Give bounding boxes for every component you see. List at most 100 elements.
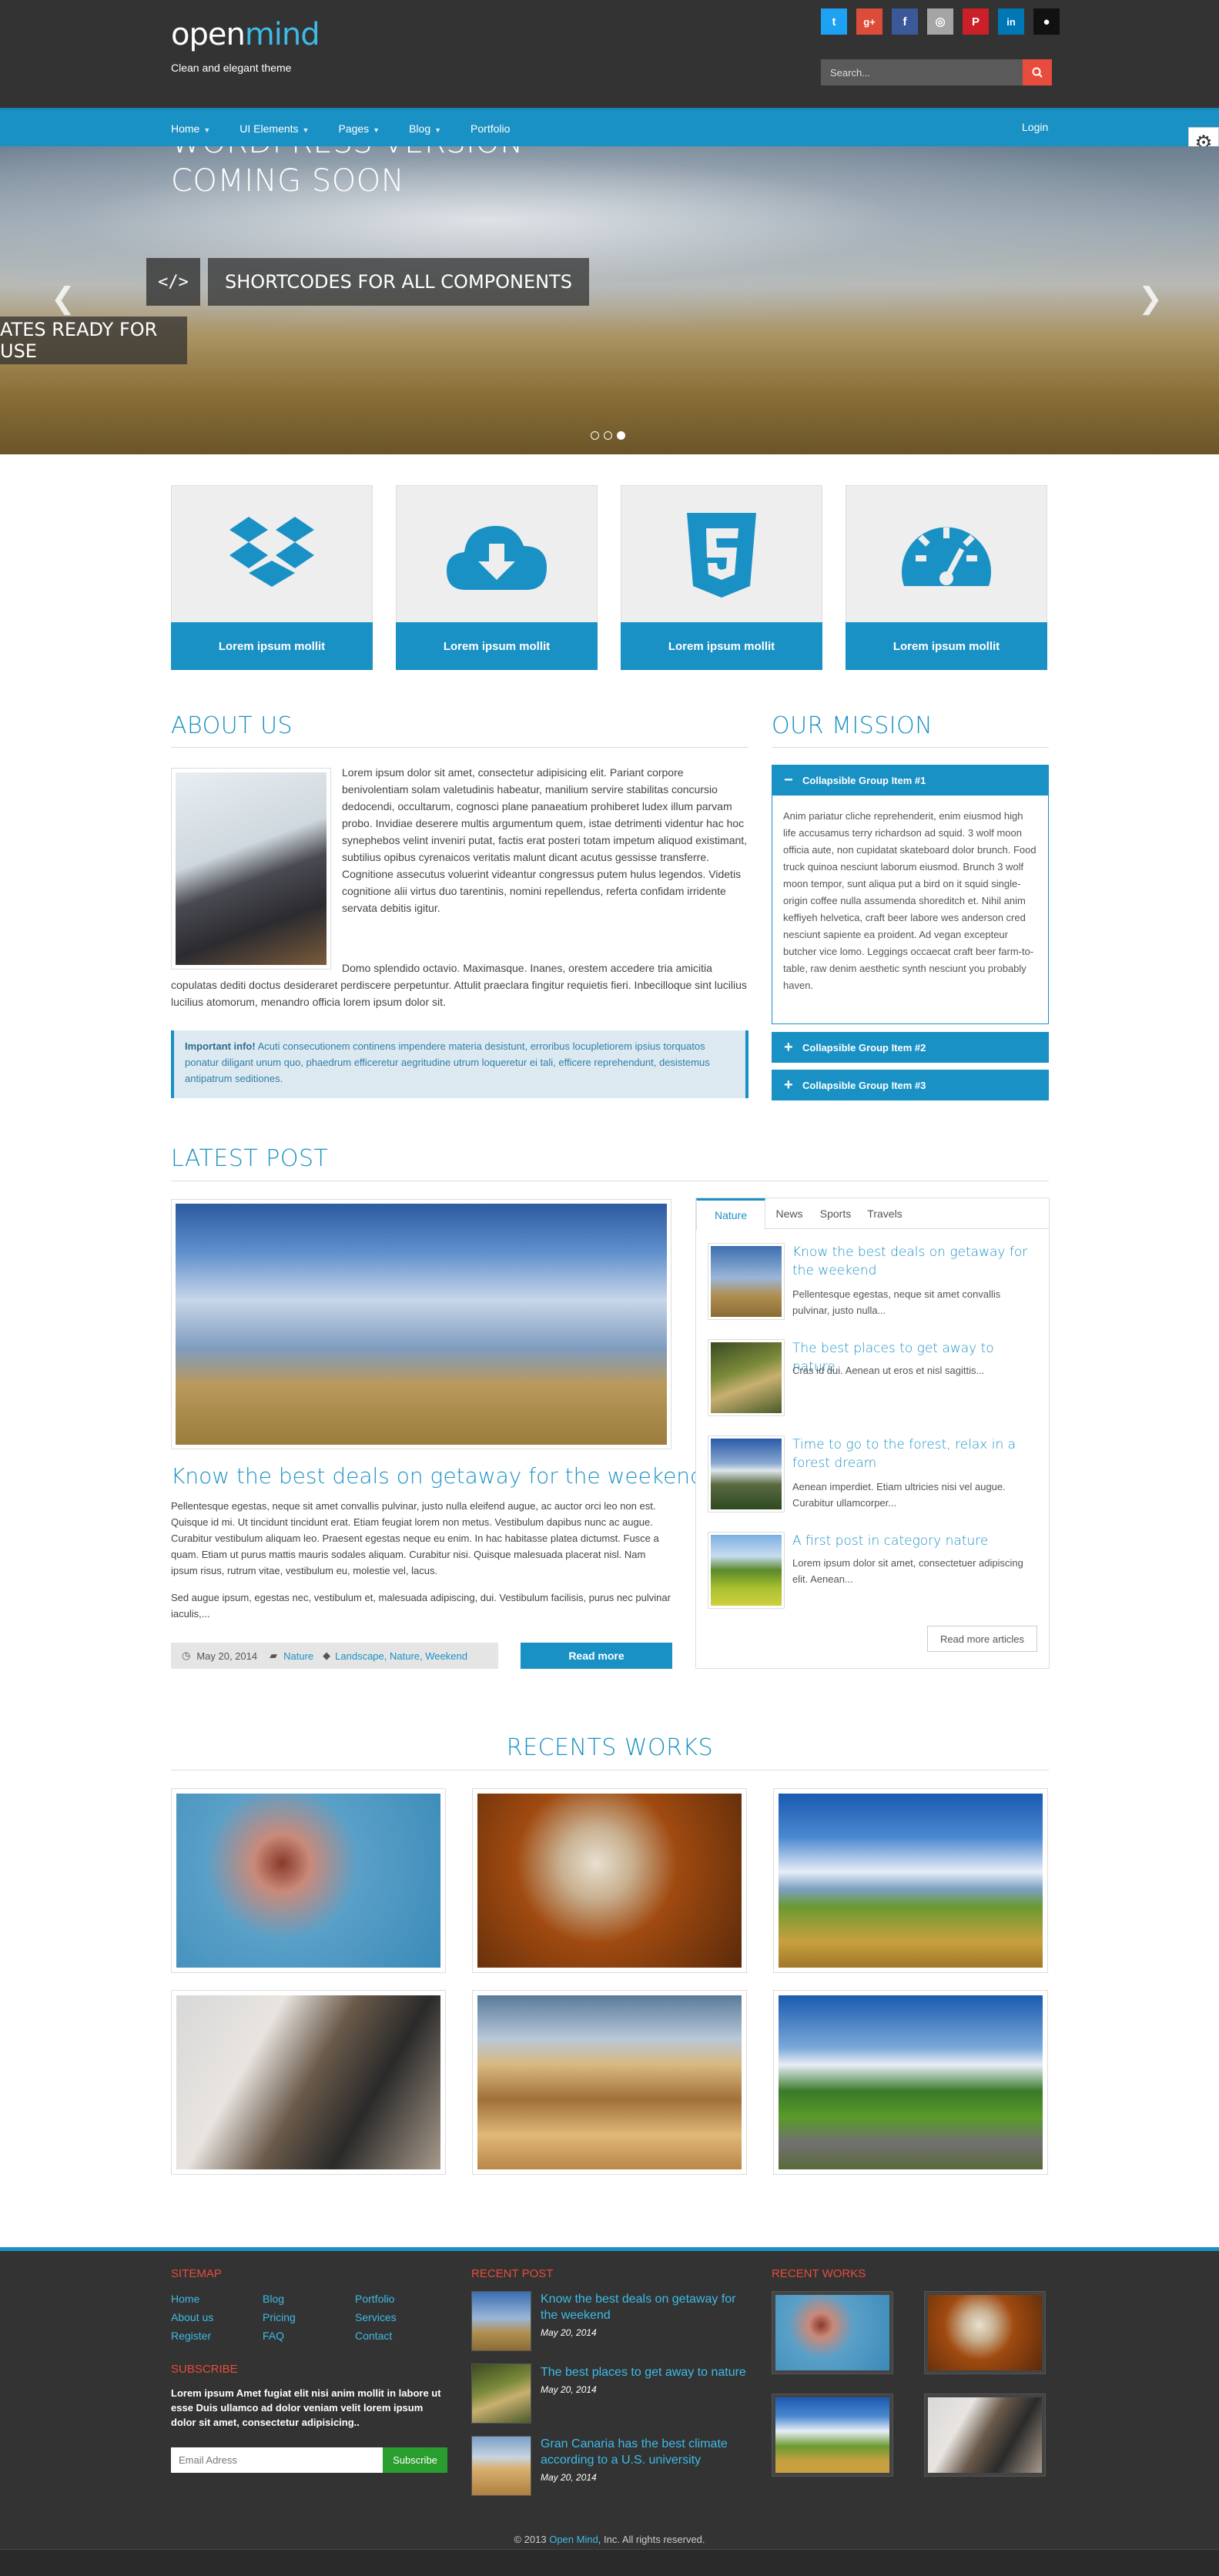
post-tags[interactable]: Landscape, Nature, Weekend bbox=[335, 1650, 467, 1662]
pinterest-icon[interactable]: P bbox=[963, 8, 989, 35]
footer-work-thumb[interactable] bbox=[924, 2291, 1046, 2374]
accordion-item-1[interactable]: − Collapsible Group Item #1 bbox=[772, 765, 1049, 796]
footer-post-link[interactable]: Gran Canaria has the best climate accord… bbox=[541, 2436, 748, 2468]
search-button[interactable] bbox=[1023, 59, 1052, 85]
post-thumbnail[interactable] bbox=[471, 2363, 531, 2424]
portfolio-item[interactable] bbox=[171, 1788, 446, 1973]
slider-dot[interactable] bbox=[591, 431, 599, 440]
about-paragraph-2: Domo splendido octavio. Maximasque. Inan… bbox=[171, 962, 747, 1008]
portfolio-item[interactable] bbox=[472, 1788, 747, 1973]
footer-link-home[interactable]: Home bbox=[171, 2293, 199, 2305]
slider-dot[interactable] bbox=[604, 431, 612, 440]
footer-work-thumb[interactable] bbox=[924, 2393, 1046, 2477]
portfolio-item[interactable] bbox=[773, 1990, 1048, 2175]
mission-title: OUR MISSION bbox=[772, 712, 933, 739]
about-title: ABOUT US bbox=[171, 712, 293, 739]
footer-link-services[interactable]: Services bbox=[355, 2311, 397, 2323]
minus-icon: − bbox=[784, 771, 793, 789]
caret-down-icon: ▼ bbox=[203, 126, 211, 134]
footer-work-thumb[interactable] bbox=[772, 2393, 893, 2477]
post-thumbnail[interactable] bbox=[471, 2291, 531, 2351]
nav-home[interactable]: Home ▼ bbox=[171, 122, 210, 135]
tab-sports[interactable]: Sports bbox=[812, 1198, 859, 1229]
footer-link-pricing[interactable]: Pricing bbox=[263, 2311, 296, 2323]
html5-icon bbox=[621, 501, 822, 609]
github-icon[interactable]: ● bbox=[1033, 8, 1060, 35]
plus-icon: + bbox=[784, 1038, 793, 1056]
login-link[interactable]: Login bbox=[1022, 121, 1048, 133]
hero-slider: WORDPRESS VERSION COMING SOON </> SHORTC… bbox=[0, 146, 1219, 454]
portfolio-item[interactable] bbox=[171, 1990, 446, 2175]
read-more-button[interactable]: Read more bbox=[521, 1643, 672, 1669]
tab-nature[interactable]: Nature bbox=[696, 1198, 765, 1230]
portfolio-item[interactable] bbox=[773, 1788, 1048, 1973]
post-thumbnail[interactable] bbox=[471, 2436, 531, 2496]
dropbox-icon bbox=[172, 501, 372, 609]
footer-link-about[interactable]: About us bbox=[171, 2311, 213, 2323]
accordion-item-2[interactable]: + Collapsible Group Item #2 bbox=[772, 1032, 1049, 1063]
feature-box[interactable]: Lorem ipsum mollit bbox=[171, 485, 373, 670]
copyright-link[interactable]: Open Mind bbox=[549, 2534, 598, 2545]
linkedin-icon[interactable]: in bbox=[998, 8, 1024, 35]
list-item[interactable]: The best places to get away to nature Cr… bbox=[708, 1339, 1039, 1424]
tab-travels[interactable]: Travels bbox=[859, 1198, 910, 1229]
slider-dots bbox=[591, 431, 625, 440]
email-field[interactable] bbox=[171, 2447, 383, 2473]
code-icon: </> bbox=[146, 258, 200, 306]
footer-link-contact[interactable]: Contact bbox=[355, 2330, 392, 2342]
instagram-icon[interactable]: ◎ bbox=[927, 8, 953, 35]
site-tagline: Clean and elegant theme bbox=[171, 62, 292, 74]
tab-news[interactable]: News bbox=[767, 1198, 812, 1229]
footer-link-faq[interactable]: FAQ bbox=[263, 2330, 284, 2342]
divider bbox=[772, 747, 1049, 748]
nav-ui-elements[interactable]: UI Elements ▼ bbox=[239, 122, 309, 135]
twitter-icon[interactable]: t bbox=[821, 8, 847, 35]
nav-blog[interactable]: Blog ▼ bbox=[409, 122, 441, 135]
footer-work-thumb[interactable] bbox=[772, 2291, 893, 2374]
list-item[interactable]: Know the best deals on getaway for the w… bbox=[708, 1243, 1039, 1328]
post-thumbnail bbox=[708, 1532, 785, 1609]
slide-caption-1: SHORTCODES FOR ALL COMPONENTS bbox=[208, 258, 589, 306]
list-item[interactable]: A first post in category nature Lorem ip… bbox=[708, 1532, 1039, 1616]
slider-next-arrow[interactable]: ❯ bbox=[1138, 281, 1163, 316]
post-image[interactable] bbox=[171, 1199, 671, 1449]
feature-box[interactable]: Lorem ipsum mollit bbox=[621, 485, 822, 670]
footer-link-blog[interactable]: Blog bbox=[263, 2293, 284, 2305]
footer-post-date: May 20, 2014 bbox=[541, 2327, 597, 2338]
footer-post-link[interactable]: The best places to get away to nature bbox=[541, 2364, 748, 2380]
accordion-item-3[interactable]: + Collapsible Group Item #3 bbox=[772, 1070, 1049, 1100]
site-logo[interactable]: openmind bbox=[171, 17, 320, 52]
social-links: t g+ f ◎ P in ● bbox=[821, 8, 1060, 35]
slide-heading-2: COMING SOON bbox=[171, 163, 405, 199]
search-input[interactable] bbox=[821, 59, 1023, 85]
read-more-articles-button[interactable]: Read more articles bbox=[927, 1626, 1037, 1652]
feature-label: Lorem ipsum mollit bbox=[621, 622, 822, 670]
subscribe-button[interactable]: Subscribe bbox=[383, 2447, 447, 2473]
feature-box[interactable]: Lorem ipsum mollit bbox=[396, 485, 598, 670]
post-category[interactable]: Nature bbox=[283, 1650, 313, 1662]
info-box: Important info! Acuti consecutionem cont… bbox=[171, 1030, 748, 1098]
post-title[interactable]: Know the best deals on getaway for the w… bbox=[171, 1463, 704, 1489]
list-item[interactable]: Time to go to the forest, relax in a for… bbox=[708, 1435, 1039, 1520]
footer-link-register[interactable]: Register bbox=[171, 2330, 211, 2342]
portfolio-item[interactable] bbox=[472, 1990, 747, 2175]
feature-label: Lorem ipsum mollit bbox=[846, 622, 1047, 670]
footer-post-link[interactable]: Know the best deals on getaway for the w… bbox=[541, 2291, 748, 2323]
nav-pages[interactable]: Pages ▼ bbox=[338, 122, 380, 135]
nav-portfolio[interactable]: Portfolio bbox=[471, 122, 510, 135]
recent-works-title: RECENTS WORKS bbox=[506, 1734, 714, 1761]
recent-post-title: RECENT POST bbox=[471, 2267, 554, 2280]
slider-prev-arrow[interactable]: ❮ bbox=[51, 281, 75, 316]
google-plus-icon[interactable]: g+ bbox=[856, 8, 882, 35]
footer-link-portfolio[interactable]: Portfolio bbox=[355, 2293, 394, 2305]
feature-box[interactable]: Lorem ipsum mollit bbox=[846, 485, 1047, 670]
sitemap-title: SITEMAP bbox=[171, 2267, 222, 2280]
footer-post-date: May 20, 2014 bbox=[541, 2384, 597, 2395]
caret-down-icon: ▼ bbox=[434, 126, 442, 134]
plus-icon: + bbox=[784, 1076, 793, 1094]
folder-icon: ▰ bbox=[270, 1650, 278, 1661]
main-nav: Home ▼ UI Elements ▼ Pages ▼ Blog ▼ Portfoli… bbox=[0, 108, 1219, 146]
site-header: openmind Clean and elegant theme t g+ f … bbox=[0, 0, 1219, 108]
slider-dot-active[interactable] bbox=[617, 431, 625, 440]
facebook-icon[interactable]: f bbox=[892, 8, 918, 35]
